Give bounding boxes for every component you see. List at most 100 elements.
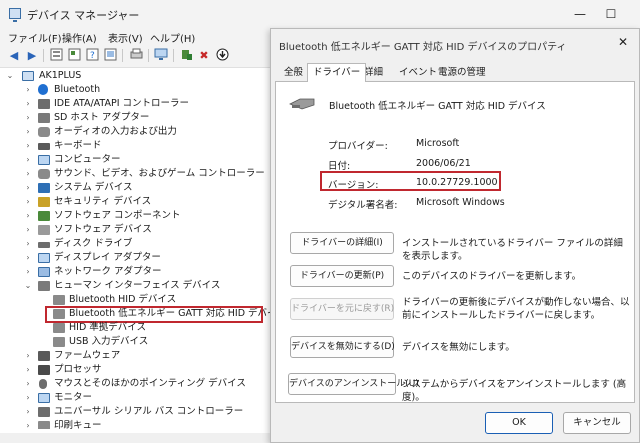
software-component-icon — [38, 211, 50, 221]
chevron-right-icon[interactable]: › — [23, 167, 33, 181]
tree-category-expanded[interactable]: ⌄ ヒューマン インターフェイス デバイス — [0, 279, 270, 293]
tree-category-label: Bluetooth — [54, 84, 101, 95]
tree-device[interactable]: HID 準拠デバイス — [0, 321, 270, 335]
chevron-right-icon[interactable]: › — [23, 209, 33, 223]
chevron-right-icon[interactable]: › — [23, 125, 33, 139]
horizontal-scrollbar[interactable] — [0, 433, 270, 443]
chevron-right-icon[interactable]: › — [23, 419, 33, 429]
tree-category[interactable]: › ユニバーサル シリアル バス コントローラー — [0, 405, 270, 419]
chevron-right-icon[interactable]: › — [23, 237, 33, 251]
chevron-right-icon[interactable]: › — [23, 153, 33, 167]
chevron-right-icon[interactable]: › — [23, 405, 33, 419]
tree-category[interactable]: › SD ホスト アダプター — [0, 111, 270, 125]
scan-icon[interactable] — [214, 48, 230, 63]
print-queue-icon — [38, 421, 50, 429]
print-icon[interactable] — [128, 48, 144, 63]
processor-icon — [38, 365, 50, 375]
tree-category-label: オーディオの入力および出力 — [54, 126, 177, 137]
tree-device[interactable]: Bluetooth HID デバイス — [0, 293, 270, 307]
monitor-icon — [38, 393, 50, 403]
tree-category[interactable]: › セキュリティ デバイス — [0, 195, 270, 209]
monitor-icon[interactable] — [153, 48, 169, 63]
tab-general[interactable]: 全般 — [279, 65, 308, 81]
chevron-right-icon[interactable]: › — [23, 195, 33, 209]
chevron-right-icon[interactable]: › — [23, 83, 33, 97]
tree-category-label: ソフトウェア コンポーネント — [54, 210, 181, 221]
display-adapter-icon — [38, 253, 50, 263]
tree-category[interactable]: › ソフトウェア コンポーネント — [0, 209, 270, 223]
dialog-title: Bluetooth 低エネルギー GATT 対応 HID デバイスのプロパティ — [279, 42, 567, 53]
tree-category[interactable]: › キーボード — [0, 139, 270, 153]
uninstall-device-description: システムからデバイスをアンインストールします (高度)。 — [402, 379, 627, 403]
tree-category[interactable]: › サウンド、ビデオ、およびゲーム コントローラー — [0, 167, 270, 181]
chevron-right-icon[interactable]: › — [23, 377, 33, 391]
tree-category[interactable]: › IDE ATA/ATAPI コントローラー — [0, 97, 270, 111]
disable-device-button[interactable]: デバイスを無効にする(D) — [290, 336, 395, 358]
tree-category[interactable]: › コンピューター — [0, 153, 270, 167]
chevron-right-icon[interactable]: › — [23, 181, 33, 195]
tree-device-label: HID 準拠デバイス — [69, 322, 146, 333]
svg-text:?: ? — [90, 51, 95, 61]
hid-device-icon — [53, 337, 65, 347]
driver-icon[interactable] — [66, 48, 82, 63]
tree-category-label: ディスク ドライブ — [54, 238, 133, 249]
menu-file[interactable]: ファイル(F) — [8, 30, 62, 45]
forward-icon[interactable]: ▶ — [24, 48, 40, 63]
uninstall-device-button[interactable]: デバイスのアンインストール(U) — [288, 373, 419, 395]
tree-category[interactable]: › モニター — [0, 391, 270, 405]
chevron-right-icon[interactable]: › — [23, 223, 33, 237]
chevron-right-icon[interactable]: › — [23, 265, 33, 279]
chevron-right-icon[interactable]: › — [23, 251, 33, 265]
tree-category[interactable]: › ファームウェア — [0, 349, 270, 363]
maximize-button[interactable]: ☐ — [596, 3, 626, 25]
tree-category[interactable]: › オーディオの入力および出力 — [0, 125, 270, 139]
chevron-right-icon[interactable]: › — [23, 391, 33, 405]
tab-power-management[interactable]: 電源の管理 — [433, 65, 491, 81]
toolbar-separator — [43, 49, 44, 62]
tree-category[interactable]: › Bluetooth — [0, 83, 270, 97]
chevron-right-icon[interactable]: › — [23, 97, 33, 111]
properties-icon[interactable] — [48, 48, 64, 63]
mouse-icon — [39, 379, 47, 389]
chevron-right-icon[interactable]: › — [23, 349, 33, 363]
tree-category[interactable]: › マウスとそのほかのポインティング デバイス — [0, 377, 270, 391]
tree-category[interactable]: › ディスク ドライブ — [0, 237, 270, 251]
sd-host-icon — [38, 113, 50, 123]
menu-action[interactable]: 操作(A) — [62, 30, 97, 45]
tree-category[interactable]: › ソフトウェア デバイス — [0, 223, 270, 237]
back-icon[interactable]: ◀ — [6, 48, 22, 63]
chevron-down-icon[interactable]: ⌄ — [23, 279, 33, 293]
update-driver-button[interactable]: ドライバーの更新(P) — [290, 265, 394, 287]
chevron-right-icon[interactable]: › — [23, 363, 33, 377]
menu-help[interactable]: ヘルプ(H) — [150, 30, 195, 45]
uninstall-icon[interactable]: ✖ — [196, 48, 212, 63]
update-driver-icon[interactable] — [178, 48, 194, 63]
dialog-close-button[interactable]: ✕ — [609, 32, 637, 52]
driver-details-description: インストールされているドライバー ファイルの詳細を表示します。 — [402, 238, 623, 262]
driver-details-button[interactable]: ドライバーの詳細(I) — [290, 232, 394, 254]
cancel-button[interactable]: キャンセル — [563, 412, 631, 434]
tree-category-label: SD ホスト アダプター — [54, 112, 150, 123]
tree-category[interactable]: › ディスプレイ アダプター — [0, 251, 270, 265]
ok-button[interactable]: OK — [485, 412, 553, 434]
tree-device[interactable]: USB 入力デバイス — [0, 335, 270, 349]
chevron-right-icon[interactable]: › — [23, 139, 33, 153]
tree-category-label: ヒューマン インターフェイス デバイス — [54, 280, 221, 291]
window-title: デバイス マネージャー — [27, 9, 140, 22]
tree-root[interactable]: ⌄ AK1PLUS — [0, 69, 270, 83]
help-icon[interactable]: ? — [84, 48, 100, 63]
tab-driver[interactable]: ドライバー — [307, 63, 367, 82]
roll-back-driver-button[interactable]: ドライバーを元に戻す(R) — [290, 298, 394, 320]
chevron-right-icon[interactable]: › — [23, 111, 33, 125]
tree-category[interactable]: › システム デバイス — [0, 181, 270, 195]
hid-icon — [38, 281, 50, 291]
minimize-button[interactable]: — — [565, 3, 595, 25]
tree-category[interactable]: › ネットワーク アダプター — [0, 265, 270, 279]
tree-category[interactable]: › プロセッサ — [0, 363, 270, 377]
tree-category[interactable]: › 印刷キュー — [0, 419, 270, 429]
tree-device-label: USB 入力デバイス — [69, 336, 149, 347]
expand-icon[interactable]: ⌄ — [5, 69, 15, 83]
tree-category-label: ファームウェア — [54, 350, 121, 361]
view-icon[interactable] — [102, 48, 118, 63]
menu-view[interactable]: 表示(V) — [108, 30, 143, 45]
